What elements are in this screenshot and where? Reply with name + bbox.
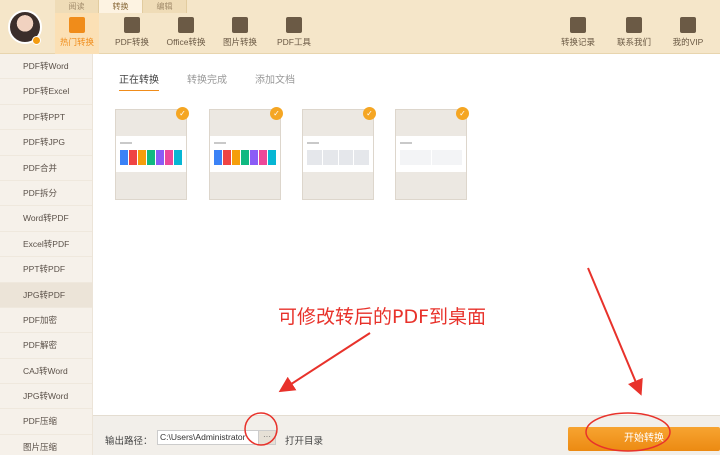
nav-hot-convert[interactable]: 热门转换 <box>55 17 99 48</box>
preview-bar <box>354 150 369 165</box>
sidebar-item-ppt-to-pdf[interactable]: PPT转PDF <box>0 257 92 283</box>
start-convert-button[interactable]: 开始转换 <box>568 427 720 451</box>
checkmark-icon[interactable]: ✓ <box>270 107 283 120</box>
mode-tabs: 阅读 转换 编辑 <box>55 0 187 13</box>
sidebar-item-pdf-compress[interactable]: PDF压缩 <box>0 409 92 435</box>
thumbnail-preview <box>396 136 466 172</box>
sidebar-item-word-to-pdf[interactable]: Word转PDF <box>0 206 92 232</box>
preview-bars <box>120 150 182 165</box>
clock-icon <box>570 17 586 33</box>
sidebar-item-jpg-to-pdf[interactable]: JPG转PDF <box>0 282 92 308</box>
preview-bar <box>400 150 431 165</box>
preview-bar <box>338 150 354 165</box>
preview-bar <box>268 150 276 165</box>
sidebar-item-pdf-to-jpg[interactable]: PDF转JPG <box>0 130 92 156</box>
sidebar-item-image-compress[interactable]: 图片压缩 <box>0 435 92 455</box>
nav-label: PDF转换 <box>114 37 149 47</box>
file-thumbnail[interactable]: ✓ <box>395 107 469 200</box>
status-tabs: 正在转换 转换完成 添加文档 <box>119 71 295 91</box>
sidebar-item-pdf-to-word[interactable]: PDF转Word <box>0 54 92 80</box>
sidebar-item-caj-to-word[interactable]: CAJ转Word <box>0 359 92 385</box>
preview-bar <box>120 150 128 165</box>
crown-icon <box>680 17 696 33</box>
pdf-icon <box>124 17 140 33</box>
preview-bar <box>156 150 164 165</box>
nav-vip[interactable]: 我的VIP <box>668 17 708 48</box>
checkmark-icon[interactable]: ✓ <box>363 107 376 120</box>
browse-button[interactable]: ··· <box>258 430 276 445</box>
nav-image-convert[interactable]: 图片转换 <box>220 17 260 48</box>
sidebar-item-jpg-to-word[interactable]: JPG转Word <box>0 384 92 410</box>
sidebar-item-pdf-decrypt[interactable]: PDF解密 <box>0 333 92 359</box>
hot-icon <box>69 17 85 33</box>
document-icon <box>178 17 194 33</box>
preview-bar <box>431 150 462 165</box>
nav-pdf-convert[interactable]: PDF转换 <box>112 17 152 48</box>
sidebar-item-excel-to-pdf[interactable]: Excel转PDF <box>0 232 92 258</box>
image-icon <box>232 17 248 33</box>
preview-bar <box>174 150 182 165</box>
thumbnail-preview <box>210 136 280 172</box>
preview-bar <box>223 150 231 165</box>
preview-line <box>400 142 412 144</box>
thumbnail-preview <box>303 136 373 172</box>
file-thumbnail[interactable]: ✓ <box>115 107 189 200</box>
checkmark-icon[interactable]: ✓ <box>456 107 469 120</box>
output-path-input[interactable]: C:\Users\Administrator <box>157 430 259 445</box>
file-thumbnail[interactable]: ✓ <box>209 107 283 200</box>
sidebar-item-pdf-split[interactable]: PDF拆分 <box>0 181 92 207</box>
tab-converting[interactable]: 正在转换 <box>119 71 159 91</box>
preview-bars <box>400 150 462 165</box>
top-bar: 阅读 转换 编辑 热门转换 PDF转换 Office转换 图片转换 PDF工具 … <box>0 0 720 54</box>
preview-bar <box>232 150 240 165</box>
bottom-bar: 输出路径： C:\Users\Administrator ··· 打开目录 开始… <box>93 415 720 455</box>
nav-office-convert[interactable]: Office转换 <box>164 17 208 48</box>
preview-bar <box>129 150 137 165</box>
open-directory-link[interactable]: 打开目录 <box>285 433 323 447</box>
sidebar-item-pdf-merge[interactable]: PDF合并 <box>0 156 92 181</box>
preview-bar <box>241 150 249 165</box>
toolbox-icon <box>286 17 302 33</box>
sidebar-item-pdf-encrypt[interactable]: PDF加密 <box>0 308 92 334</box>
preview-bar <box>307 150 322 165</box>
nav-label: 我的VIP <box>672 37 704 47</box>
preview-line <box>307 142 319 144</box>
preview-bar <box>138 150 146 165</box>
tab-edit[interactable]: 编辑 <box>143 0 187 13</box>
nav-label: Office转换 <box>166 37 206 47</box>
tab-completed[interactable]: 转换完成 <box>187 71 227 91</box>
tab-convert[interactable]: 转换 <box>99 0 143 13</box>
checkmark-icon[interactable]: ✓ <box>176 107 189 120</box>
preview-bars <box>214 150 276 165</box>
nav-history[interactable]: 转换记录 <box>558 17 598 48</box>
nav-label: 联系我们 <box>616 37 651 47</box>
preview-bar <box>259 150 267 165</box>
headset-icon <box>626 17 642 33</box>
nav-pdf-tools[interactable]: PDF工具 <box>274 17 314 48</box>
sidebar-item-pdf-to-ppt[interactable]: PDF转PPT <box>0 105 92 131</box>
sidebar-item-pdf-to-excel[interactable]: PDF转Excel <box>0 79 92 105</box>
preview-bar <box>322 150 338 165</box>
sidebar: PDF转Word PDF转Excel PDF转PPT PDF转JPG PDF合并… <box>0 54 93 455</box>
annotation-text: 可修改转后的PDF到桌面 <box>278 306 487 328</box>
nav-label: 热门转换 <box>59 37 94 47</box>
vip-badge-icon <box>32 36 41 45</box>
tab-add-document[interactable]: 添加文档 <box>255 71 295 91</box>
output-path-label: 输出路径： <box>105 436 153 447</box>
preview-bar <box>165 150 173 165</box>
nav-label: PDF工具 <box>276 37 311 47</box>
preview-bar <box>147 150 155 165</box>
nav-contact[interactable]: 联系我们 <box>614 17 654 48</box>
nav-label: 图片转换 <box>222 37 257 47</box>
thumbnail-preview <box>116 136 186 172</box>
nav-label: 转换记录 <box>560 37 595 47</box>
preview-line <box>120 142 132 144</box>
tab-read[interactable]: 阅读 <box>55 0 99 13</box>
file-thumbnail[interactable]: ✓ <box>302 107 376 200</box>
preview-bar <box>214 150 222 165</box>
preview-bar <box>250 150 258 165</box>
main-panel: 正在转换 转换完成 添加文档 ✓ ✓ ✓ ✓ 可修改转后的PDF到桌面 <box>93 54 720 415</box>
preview-bars <box>307 150 369 165</box>
preview-line <box>214 142 226 144</box>
